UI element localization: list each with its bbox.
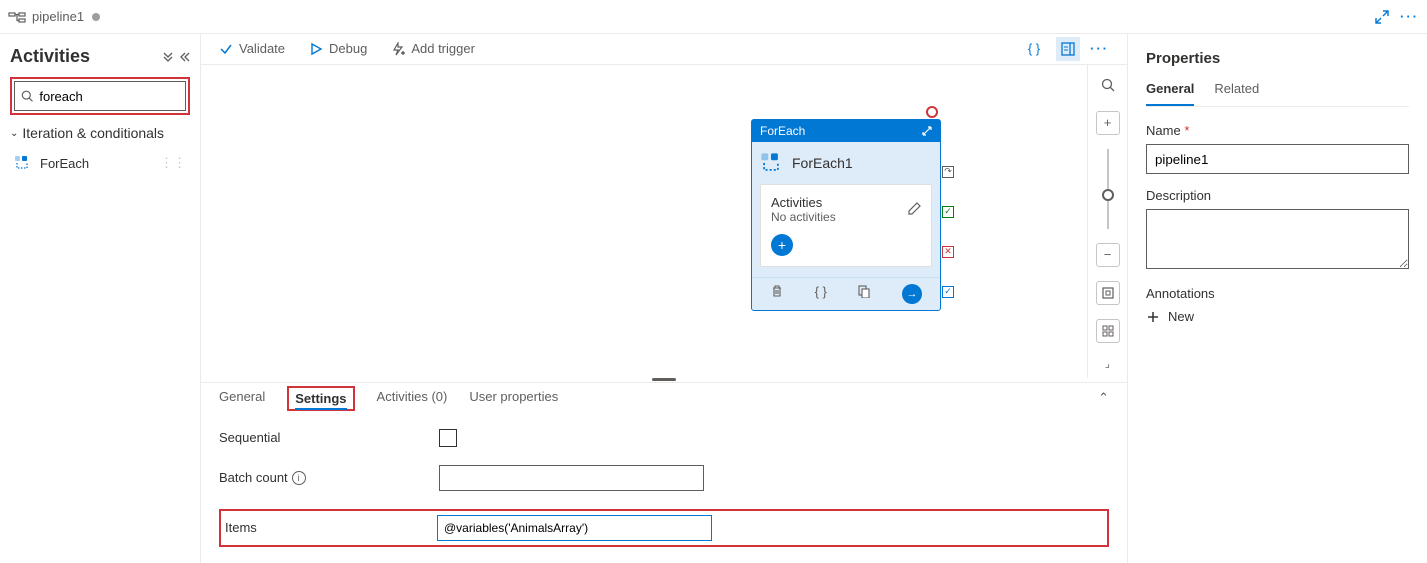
search-icon: [21, 89, 33, 103]
batch-count-input[interactable]: [439, 465, 704, 491]
properties-toggle-button[interactable]: [1056, 37, 1080, 61]
canvas-search-button[interactable]: [1096, 73, 1120, 97]
batch-count-label: Batch count i: [219, 470, 439, 485]
description-field-input[interactable]: [1146, 209, 1409, 269]
prop-tab-related[interactable]: Related: [1214, 81, 1259, 106]
activities-panel: Activities ⌄ Iteration & conditionals Fo…: [0, 34, 200, 563]
search-box-highlight: [10, 77, 190, 115]
pipeline-icon: [8, 10, 26, 24]
items-input[interactable]: [437, 515, 712, 541]
node-type-label: ForEach: [760, 124, 805, 138]
collapse-panel-icon[interactable]: [178, 51, 190, 63]
bottom-tabs: General Settings Activities (0) User pro…: [201, 382, 1127, 413]
settings-panel: Sequential Batch count i Items: [201, 413, 1127, 563]
info-icon[interactable]: i: [292, 471, 306, 485]
code-view-button[interactable]: { }: [1022, 37, 1046, 61]
edit-activities-icon[interactable]: [907, 202, 921, 216]
title-bar: pipeline1 ···: [0, 0, 1427, 34]
debug-label: Debug: [329, 41, 367, 56]
chevron-down-icon: ⌄: [10, 128, 18, 139]
tab-general[interactable]: General: [219, 389, 265, 408]
zoom-in-button[interactable]: +: [1096, 111, 1120, 135]
copy-node-icon[interactable]: [857, 284, 871, 304]
completion-output-icon[interactable]: ✓: [942, 286, 954, 298]
expand-icon[interactable]: [1374, 9, 1390, 25]
collapse-all-icon[interactable]: [162, 51, 174, 63]
foreach-node[interactable]: ForEach ForEach1 Activities No activitie…: [751, 119, 941, 311]
add-activity-button[interactable]: +: [771, 234, 793, 256]
add-trigger-button[interactable]: Add trigger: [391, 41, 475, 56]
activities-search[interactable]: [14, 81, 186, 111]
collapse-bottom-panel-icon[interactable]: ⌃: [1098, 390, 1109, 406]
name-field-input[interactable]: [1146, 144, 1409, 174]
pipeline-canvas[interactable]: ForEach ForEach1 Activities No activitie…: [201, 65, 1127, 378]
play-icon: [309, 42, 323, 56]
node-name: ForEach1: [792, 155, 853, 171]
goto-activities-button[interactable]: →: [902, 284, 922, 304]
unsaved-indicator: [92, 13, 100, 21]
zoom-slider[interactable]: [1107, 149, 1109, 229]
node-input-port[interactable]: [926, 106, 938, 118]
annotations-label: Annotations: [1146, 286, 1409, 301]
category-label: Iteration & conditionals: [22, 125, 164, 141]
tab-user-properties[interactable]: User properties: [469, 389, 558, 408]
activities-title: Activities: [10, 46, 90, 67]
pipeline-tab-title: pipeline1: [32, 9, 84, 24]
activity-foreach[interactable]: ForEach ⋮⋮: [10, 149, 190, 177]
check-icon: [219, 42, 233, 56]
search-input[interactable]: [39, 89, 179, 104]
foreach-node-icon: [760, 152, 782, 174]
delete-node-icon[interactable]: [770, 284, 784, 304]
trigger-icon: [391, 42, 405, 56]
debug-button[interactable]: Debug: [309, 41, 367, 56]
description-field-label: Description: [1146, 188, 1409, 203]
sequential-checkbox[interactable]: [439, 429, 457, 447]
properties-title: Properties: [1146, 50, 1409, 67]
zoom-out-button[interactable]: −: [1096, 243, 1120, 267]
canvas-toolbar: Validate Debug Add trigger { } ···: [201, 34, 1127, 65]
new-annotation-label: New: [1168, 309, 1194, 324]
tab-activities[interactable]: Activities (0): [377, 389, 448, 408]
plus-icon: [1146, 310, 1160, 324]
new-annotation-button[interactable]: New: [1146, 309, 1409, 324]
skip-output-icon[interactable]: ↷: [942, 166, 954, 178]
toolbar-more-icon[interactable]: ···: [1090, 41, 1109, 56]
failure-output-icon[interactable]: ✕: [942, 246, 954, 258]
items-row-highlight: Items: [219, 509, 1109, 547]
tab-settings[interactable]: Settings: [295, 391, 346, 410]
sequential-label: Sequential: [219, 430, 439, 445]
node-no-activities: No activities: [771, 210, 836, 224]
success-output-icon[interactable]: ✓: [942, 206, 954, 218]
zoom-slider-knob[interactable]: [1102, 189, 1114, 201]
zoom-fit-button[interactable]: [1096, 281, 1120, 305]
name-field-label: Name *: [1146, 123, 1409, 138]
prop-tab-general[interactable]: General: [1146, 81, 1194, 106]
more-icon[interactable]: ···: [1400, 9, 1419, 24]
activity-label: ForEach: [40, 156, 89, 171]
node-activities-label: Activities: [771, 195, 836, 210]
resize-corner-icon[interactable]: ⌟: [1105, 357, 1110, 370]
properties-panel: Properties General Related Name * Descri…: [1127, 34, 1427, 563]
validate-button[interactable]: Validate: [219, 41, 285, 56]
category-iteration-conditionals[interactable]: ⌄ Iteration & conditionals: [10, 125, 190, 141]
items-label: Items: [225, 520, 437, 535]
tab-settings-highlight: Settings: [287, 386, 354, 411]
node-collapse-icon[interactable]: [922, 126, 932, 136]
canvas-controls: + − ⌟: [1087, 65, 1127, 378]
node-code-icon[interactable]: { }: [815, 284, 827, 304]
add-trigger-label: Add trigger: [411, 41, 475, 56]
auto-align-button[interactable]: [1096, 319, 1120, 343]
foreach-icon: [14, 155, 30, 171]
drag-handle-icon: ⋮⋮: [160, 155, 186, 171]
validate-label: Validate: [239, 41, 285, 56]
